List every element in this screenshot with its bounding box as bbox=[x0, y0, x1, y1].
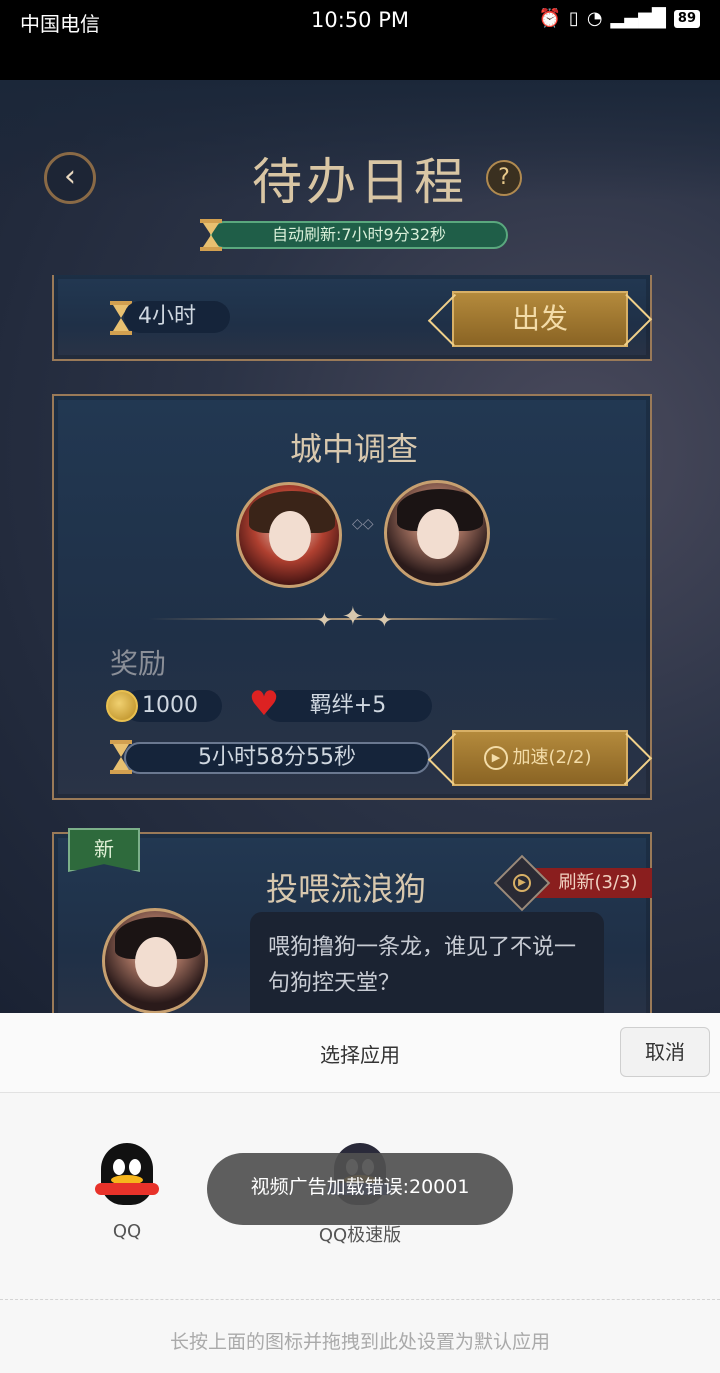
app-label: QQ bbox=[112, 1221, 142, 1242]
character-avatar bbox=[102, 908, 208, 1013]
cancel-button[interactable]: 取消 bbox=[620, 1027, 710, 1077]
reward-label: 奖励 bbox=[110, 647, 167, 680]
speedup-label: 加速(2/2) bbox=[512, 747, 592, 768]
game-screen: ‹ 待办日程 ? 自动刷新:7小时9分32秒 4小时 出发 城中调查 ◇◇ ✦ … bbox=[0, 80, 720, 1013]
speedup-button[interactable]: ▶ 加速(2/2) bbox=[452, 730, 628, 786]
signal-icon: ▂▄▆█ bbox=[610, 8, 666, 29]
battery-indicator: 89 bbox=[673, 9, 700, 28]
task-card-2: 城中调查 ◇◇ ✦ ✦ ✦ 奖励 1000 羁绊+5 ♥ 5小时58分55秒 ▶… bbox=[52, 394, 652, 800]
character-avatar bbox=[236, 482, 342, 588]
star-icon: ✦ bbox=[342, 602, 364, 632]
drop-zone-divider bbox=[0, 1299, 720, 1300]
depart-button[interactable]: 出发 bbox=[452, 291, 628, 347]
page-title: 待办日程 bbox=[252, 153, 468, 211]
task-card-3: 新 投喂流浪狗 刷新(3/3) ▶ 喂狗撸狗一条龙，谁见了不说一句狗控天堂？ bbox=[52, 828, 652, 1013]
vibrate-icon: ▯ bbox=[568, 8, 579, 29]
help-button[interactable]: ? bbox=[486, 160, 522, 196]
chooser-header: 选择应用 取消 bbox=[0, 1013, 720, 1093]
coin-icon bbox=[106, 690, 138, 722]
countdown-timer: 5小时58分55秒 bbox=[124, 742, 430, 774]
status-bar: 中国电信 10:50 PM ⏰ ▯ ◔ ▂▄▆█ 89 bbox=[0, 0, 720, 80]
error-toast: 视频广告加载错误:20001 bbox=[207, 1153, 513, 1225]
task-card-1: 4小时 出发 bbox=[52, 275, 652, 361]
wifi-icon: ◔ bbox=[586, 8, 603, 29]
character-avatar bbox=[384, 480, 490, 586]
link-icon: ◇◇ bbox=[352, 516, 374, 532]
bond-reward: 羁绊+5 bbox=[264, 690, 432, 722]
hourglass-icon bbox=[200, 219, 222, 251]
task-description: 喂狗撸狗一条龙，谁见了不说一句狗控天堂？ bbox=[250, 912, 604, 1013]
auto-refresh-timer: 自动刷新:7小时9分32秒 bbox=[210, 221, 508, 249]
heart-icon: ♥ bbox=[248, 684, 280, 724]
chooser-title: 选择应用 bbox=[320, 1043, 400, 1067]
hourglass-icon bbox=[110, 740, 132, 774]
star-icon: ✦ bbox=[316, 608, 333, 632]
star-icon: ✦ bbox=[376, 608, 393, 632]
coin-reward: 1000 bbox=[124, 690, 222, 722]
app-option-qq[interactable]: QQ bbox=[72, 1143, 182, 1242]
qq-icon bbox=[95, 1143, 159, 1213]
status-icons: ⏰ ▯ ◔ ▂▄▆█ 89 bbox=[538, 8, 700, 29]
task-title: 城中调查 bbox=[289, 430, 418, 468]
default-app-hint: 长按上面的图标并拖拽到此处设置为默认应用 bbox=[169, 1331, 550, 1353]
play-icon: ▶ bbox=[484, 746, 508, 770]
alarm-icon: ⏰ bbox=[538, 8, 561, 29]
duration-label: 4小时 bbox=[124, 301, 230, 333]
